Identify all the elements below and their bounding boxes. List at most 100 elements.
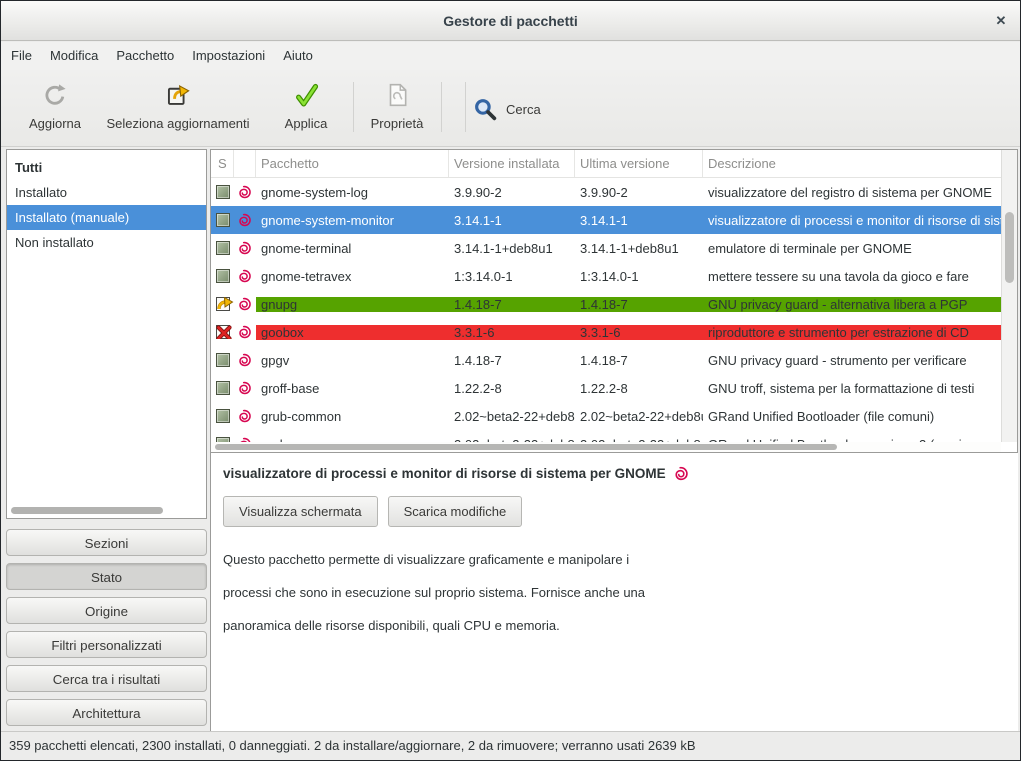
header-blank[interactable]	[234, 150, 256, 177]
table-row[interactable]: gnome-tetravex 1:3.14.0-1 1:3.14.0-1 met…	[211, 262, 1001, 290]
header-status[interactable]: S	[211, 150, 234, 177]
table-row[interactable]: grub-pc 2.02~beta2-22+deb8u1 2.02~beta2-…	[211, 430, 1001, 442]
nav-button-stato[interactable]: Stato	[6, 563, 207, 590]
package-manager-window: Gestore di pacchetti ✕ File Modifica Pac…	[0, 0, 1021, 761]
latest-version: 3.3.1-6	[575, 325, 703, 340]
details-title-row: visualizzatore di processi e monitor di …	[223, 465, 1018, 482]
toolbar-separator	[353, 82, 354, 132]
installed-version: 1.4.18-7	[449, 353, 575, 368]
package-name: gnome-terminal	[256, 241, 449, 256]
package-table-grid: S Pacchetto Versione installata Ultima v…	[211, 150, 1001, 442]
statusbar: 359 pacchetti elencati, 2300 installati,…	[1, 731, 1020, 760]
latest-version: 2.02~beta2-22+deb8u1	[575, 409, 703, 424]
apply-button[interactable]: Applica	[273, 78, 339, 140]
package-description: mettere tessere su una tavola da gioco e…	[703, 269, 1001, 284]
package-description: GNU privacy guard - strumento per verifi…	[703, 353, 1001, 368]
package-details-panel: visualizzatore di processi e monitor di …	[210, 453, 1018, 733]
table-vertical-scrollbar[interactable]	[1001, 150, 1017, 442]
status-cell	[211, 409, 234, 423]
menu-modifica[interactable]: Modifica	[41, 42, 107, 70]
table-row[interactable]: goobox 3.3.1-6 3.3.1-6 riproduttore e st…	[211, 318, 1001, 346]
nav-button-filtri-personalizzati[interactable]: Filtri personalizzati	[6, 631, 207, 658]
installed-version: 3.9.90-2	[449, 185, 575, 200]
nav-button-sezioni[interactable]: Sezioni	[6, 529, 207, 556]
header-package[interactable]: Pacchetto	[256, 150, 449, 177]
latest-version: 3.14.1-1+deb8u1	[575, 241, 703, 256]
nav-button-origine[interactable]: Origine	[6, 597, 207, 624]
table-row[interactable]: grub-common 2.02~beta2-22+deb8u1 2.02~be…	[211, 402, 1001, 430]
menu-aiuto[interactable]: Aiuto	[274, 42, 322, 70]
filter-list-horizontal-scrollbar[interactable]	[11, 507, 163, 514]
status-text: 359 pacchetti elencati, 2300 installati,…	[9, 738, 696, 753]
table-row[interactable]: gpgv 1.4.18-7 1.4.18-7 GNU privacy guard…	[211, 346, 1001, 374]
package-description: GNU privacy guard - alternativa libera a…	[703, 297, 1001, 312]
details-description: Questo pacchetto permette di visualizzar…	[223, 543, 1018, 642]
horizontal-scrollbar-thumb[interactable]	[215, 444, 837, 450]
table-row[interactable]: gnupg 1.4.18-7 1.4.18-7 GNU privacy guar…	[211, 290, 1001, 318]
table-row[interactable]: gnome-system-log 3.9.90-2 3.9.90-2 visua…	[211, 178, 1001, 206]
properties-button[interactable]: Proprietà	[361, 78, 433, 140]
refresh-button[interactable]: Aggiorna	[15, 78, 95, 140]
menubar: File Modifica Pacchetto Impostazioni Aiu…	[1, 42, 1020, 70]
installed-version: 3.3.1-6	[449, 325, 575, 340]
titlebar[interactable]: Gestore di pacchetti ✕	[1, 1, 1020, 41]
installed-version: 1:3.14.0-1	[449, 269, 575, 284]
filter-item-tutti[interactable]: Tutti	[7, 155, 206, 180]
package-reinstall-icon	[216, 297, 230, 311]
refresh-icon	[42, 82, 68, 110]
filter-item-installato-manuale[interactable]: Installato (manuale)	[7, 205, 206, 230]
package-description: visualizzatore di processi e monitor di …	[703, 213, 1001, 228]
details-buttons: Visualizza schermata Scarica modifiche	[223, 496, 1018, 527]
filter-item-non-installato[interactable]: Non installato	[7, 230, 206, 255]
package-name: groff-base	[256, 381, 449, 396]
package-description: emulatore di terminale per GNOME	[703, 241, 1001, 256]
package-installed-icon	[216, 381, 230, 395]
get-changelog-button[interactable]: Scarica modifiche	[388, 496, 523, 527]
package-name: goobox	[256, 325, 449, 340]
package-name: gnome-system-monitor	[256, 213, 449, 228]
status-cell	[211, 241, 234, 255]
debian-swirl-icon	[234, 296, 256, 312]
package-installed-icon	[216, 409, 230, 423]
description-line: panoramica delle risorse disponibili, qu…	[223, 609, 1018, 642]
menu-pacchetto[interactable]: Pacchetto	[107, 42, 183, 70]
status-cell	[211, 297, 234, 311]
debian-swirl-icon	[234, 268, 256, 284]
menu-impostazioni[interactable]: Impostazioni	[183, 42, 274, 70]
package-name: grub-common	[256, 409, 449, 424]
package-installed-icon	[216, 353, 230, 367]
installed-version: 1.4.18-7	[449, 297, 575, 312]
package-installed-icon	[216, 269, 230, 283]
debian-swirl-icon	[672, 465, 689, 482]
table-horizontal-scrollbar[interactable]	[211, 442, 1001, 452]
header-installed-version[interactable]: Versione installata	[449, 150, 575, 177]
package-installed-icon	[216, 241, 230, 255]
mark-upgrades-label: Seleziona aggiornamenti	[106, 116, 249, 131]
table-row[interactable]: gnome-terminal 3.14.1-1+deb8u1 3.14.1-1+…	[211, 234, 1001, 262]
table-row[interactable]: gnome-system-monitor 3.14.1-1 3.14.1-1 v…	[211, 206, 1001, 234]
latest-version: 1:3.14.0-1	[575, 269, 703, 284]
search-label: Cerca	[506, 102, 541, 117]
vertical-scrollbar-thumb[interactable]	[1005, 212, 1014, 283]
description-line: processi che sono in esecuzione sul prop…	[223, 576, 1018, 609]
header-latest-version[interactable]: Ultima versione	[575, 150, 703, 177]
debian-swirl-icon	[234, 212, 256, 228]
window-title: Gestore di pacchetti	[1, 1, 1020, 41]
status-cell	[211, 325, 234, 339]
table-row[interactable]: groff-base 1.22.2-8 1.22.2-8 GNU troff, …	[211, 374, 1001, 402]
latest-version: 3.14.1-1	[575, 213, 703, 228]
nav-button-cerca-tra-i-risultati[interactable]: Cerca tra i risultati	[6, 665, 207, 692]
package-description: GRand Unified Bootloader (file comuni)	[703, 409, 1001, 424]
search-button[interactable]: Cerca	[473, 88, 541, 130]
close-icon[interactable]: ✕	[992, 12, 1010, 30]
get-screenshot-button[interactable]: Visualizza schermata	[223, 496, 378, 527]
header-description[interactable]: Descrizione	[703, 150, 1001, 177]
filter-item-installato[interactable]: Installato	[7, 180, 206, 205]
package-name: gnome-tetravex	[256, 269, 449, 284]
nav-button-architettura[interactable]: Architettura	[6, 699, 207, 726]
menu-file[interactable]: File	[2, 42, 41, 70]
description-line: Questo pacchetto permette di visualizzar…	[223, 543, 1018, 576]
mark-upgrades-button[interactable]: Seleziona aggiornamenti	[93, 78, 263, 140]
status-cell	[211, 213, 234, 227]
status-cell	[211, 185, 234, 199]
